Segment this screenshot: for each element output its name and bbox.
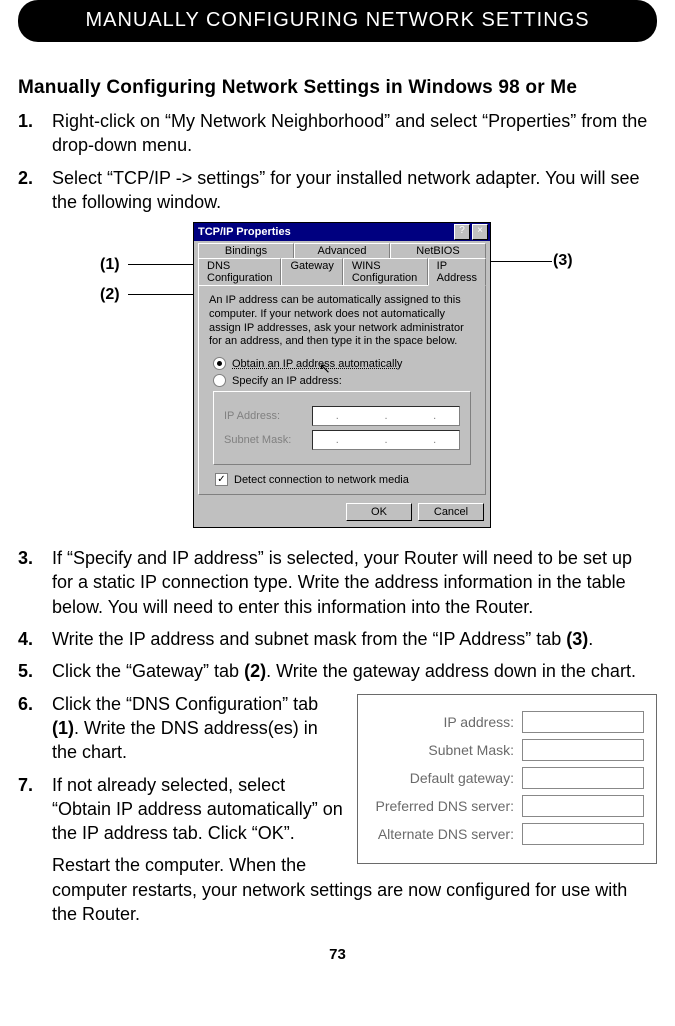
callout-3-label: (3) [553, 252, 573, 270]
callout-1-line [128, 264, 200, 265]
tab-dns[interactable]: DNS Configuration [198, 258, 281, 285]
dialog-description: An IP address can be automatically assig… [209, 294, 475, 349]
dialog-title: TCP/IP Properties [198, 226, 291, 238]
page-number: 73 [18, 946, 657, 963]
dialog-buttons: OK Cancel [194, 499, 490, 527]
subnet-label: Subnet Mask: [224, 434, 304, 446]
ip-address-label: IP Address: [224, 410, 304, 422]
section-title: Manually Configuring Network Settings in… [18, 77, 657, 99]
tcpip-dialog: TCP/IP Properties ? × Bindings Advanced … [193, 222, 491, 528]
dialog-body: An IP address can be automatically assig… [198, 285, 486, 495]
callout-1-label: (1) [100, 256, 120, 274]
tab-bindings[interactable]: Bindings [198, 243, 294, 258]
tab-ipaddress[interactable]: IP Address [428, 258, 486, 286]
subnet-input[interactable]: ... [312, 430, 460, 450]
step-3: If “Specify and IP address” is selected,… [18, 546, 657, 619]
step-5: Click the “Gateway” tab (2). Write the g… [18, 659, 657, 683]
ip-field-group: IP Address: ... Subnet Mask: ... [213, 391, 471, 465]
detect-row[interactable]: ✓ Detect connection to network media [215, 473, 475, 486]
step-6: Click the “DNS Configuration” tab (1). W… [18, 692, 657, 765]
radio-obtain-row[interactable]: Obtain an IP address automatically [213, 357, 475, 370]
dialog-figure: (1) (2) (3) TCP/IP Properties ? × Bindin… [18, 222, 657, 532]
dialog-titlebar: TCP/IP Properties ? × [194, 223, 490, 241]
help-button[interactable]: ? [454, 224, 470, 240]
step-list-2: If “Specify and IP address” is selected,… [18, 546, 657, 683]
step-1: Right-click on “My Network Neighborhood”… [18, 109, 657, 158]
step-4: Write the IP address and subnet mask fro… [18, 627, 657, 651]
tab-advanced[interactable]: Advanced [294, 243, 390, 258]
tab-netbios[interactable]: NetBIOS [390, 243, 486, 258]
radio-specify-row[interactable]: Specify an IP address: [213, 374, 475, 387]
radio-specify-icon [213, 374, 226, 387]
cancel-button[interactable]: Cancel [418, 503, 484, 521]
tab-gateway[interactable]: Gateway [281, 258, 342, 285]
radio-obtain-label: Obtain an IP address automatically [232, 358, 402, 370]
cursor-icon: ↖ [319, 360, 331, 377]
tab-wins[interactable]: WINS Configuration [343, 258, 428, 285]
step-2: Select “TCP/IP -> settings” for your ins… [18, 166, 657, 215]
close-button[interactable]: × [472, 224, 488, 240]
page-header: MANUALLY CONFIGURING NETWORK SETTINGS [18, 0, 657, 42]
detect-label: Detect connection to network media [234, 474, 409, 486]
callout-3-line [486, 261, 552, 262]
tab-strip: Bindings Advanced NetBIOS DNS Configurat… [194, 241, 490, 285]
checkbox-icon: ✓ [215, 473, 228, 486]
radio-obtain-icon [213, 357, 226, 370]
step-list: Right-click on “My Network Neighborhood”… [18, 109, 657, 214]
step-7: If not already selected, select “Obtain … [18, 773, 657, 846]
step-7-extra: Restart the computer. When the computer … [18, 853, 657, 926]
ip-address-input[interactable]: ... [312, 406, 460, 426]
ok-button[interactable]: OK [346, 503, 412, 521]
callout-2-label: (2) [100, 286, 120, 304]
